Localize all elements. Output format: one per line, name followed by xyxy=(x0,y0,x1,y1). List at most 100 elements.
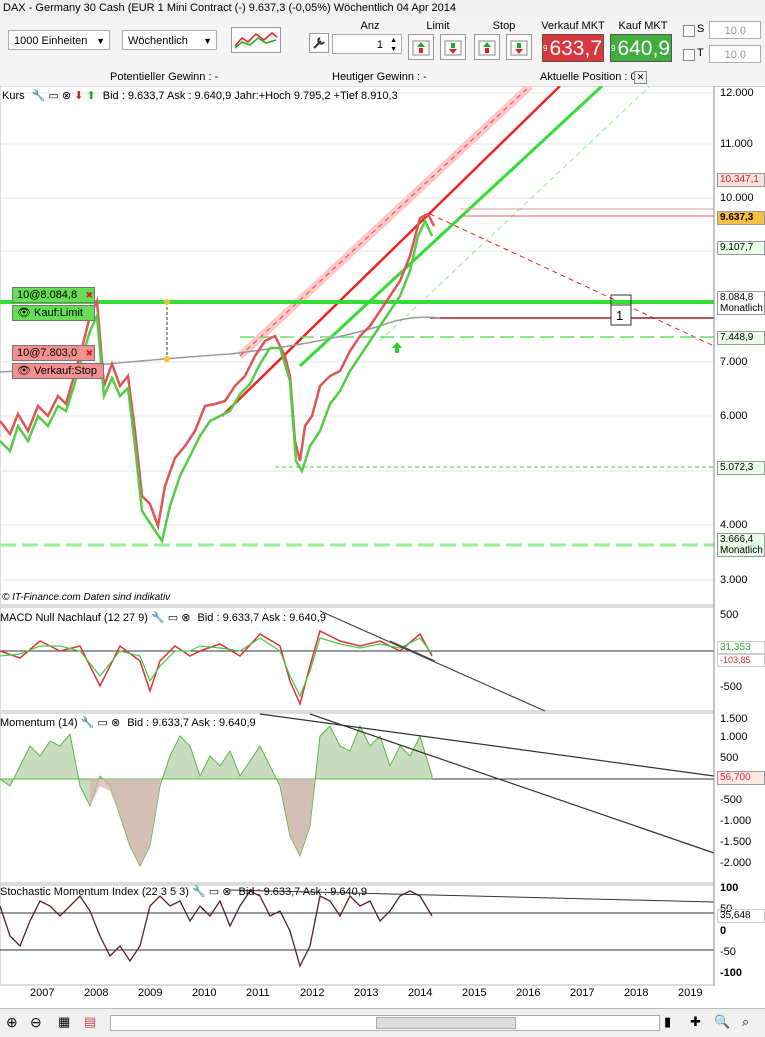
sell-stop-order-type[interactable]: 👁 Verkauf:Stop xyxy=(12,363,104,379)
x-tick: 2015 xyxy=(462,987,487,999)
x-tick: 2017 xyxy=(570,987,595,999)
settings-wrench-button[interactable] xyxy=(309,33,329,53)
macd-panel-header: MACD Null Nachlauf (12 27 9) 🔧 ▭ ⊗ Bid :… xyxy=(0,611,326,624)
take-profit-value: 10.0 xyxy=(724,49,746,61)
today-profit: Heutiger Gewinn : - xyxy=(332,71,427,83)
zoom-search-icon[interactable]: 🔍 xyxy=(714,1014,730,1030)
zoom-fit-icon[interactable]: ⌕ xyxy=(742,1014,749,1030)
stop-loss-input[interactable]: 10.0 xyxy=(709,21,761,39)
current-price-label: 9.637,3 xyxy=(717,211,765,225)
buy-market-button[interactable]: 9640,9 xyxy=(610,34,672,62)
limit-sell-button[interactable] xyxy=(440,34,466,60)
print-icon[interactable]: ▤ xyxy=(84,1014,96,1030)
price-panel-header: Kurs 🔧 ▭ ⊗ ⬇ ⬆ Bid : 9.633,7 Ask : 9.640… xyxy=(2,89,398,102)
momentum-y-tick: -500 xyxy=(720,794,743,806)
buy-market-label: Kauf MKT xyxy=(618,20,668,32)
sell-order-qty: 10@7.803,0 xyxy=(17,347,78,359)
stop-loss-value: 10.0 xyxy=(724,25,746,37)
grid-icon[interactable]: ▦ xyxy=(58,1014,70,1030)
sell-order-type: Verkauf:Stop xyxy=(34,365,98,377)
momentum-value: 56,700 xyxy=(717,771,765,785)
stoch-y-tick: -50 xyxy=(720,946,736,958)
window-icon[interactable]: ▭ xyxy=(168,612,178,624)
quantity-value: 1 xyxy=(376,39,383,51)
take-profit-label: T xyxy=(697,47,704,59)
buy-limit-order-qty[interactable]: 10@8.084,8 ✖ xyxy=(12,287,95,303)
chevron-down-icon: ▼ xyxy=(96,36,105,46)
buy-signal-icon[interactable]: ⬆ xyxy=(86,90,95,102)
monthly-level-value: 8.084,8 xyxy=(720,292,754,303)
buy-limit-order-type[interactable]: 👁 Kauf:Limit xyxy=(12,305,95,321)
order-handle[interactable] xyxy=(164,356,170,362)
price-marker-label: 1 xyxy=(616,308,623,323)
close-icon[interactable]: ⊗ xyxy=(181,612,190,624)
limit-label: Limit xyxy=(426,20,450,32)
x-tick: 2011 xyxy=(246,987,270,999)
monthly-level2-label: 3.666,4 Monatlich xyxy=(717,533,765,557)
y-tick: 7.000 xyxy=(720,356,748,368)
order-handle[interactable] xyxy=(164,299,170,305)
wrench-icon[interactable]: 🔧 xyxy=(151,612,165,624)
wrench-icon[interactable]: 🔧 xyxy=(81,717,95,729)
close-position-icon[interactable]: ✕ xyxy=(634,71,647,84)
stoch-panel-header: Stochastic Momentum Index (22 3 5 3) 🔧 ▭… xyxy=(0,885,367,898)
close-icon[interactable]: ✖ xyxy=(85,346,93,360)
y-tick: 4.000 xyxy=(720,519,748,531)
units-value: 1000 Einheiten xyxy=(14,35,88,47)
wrench-icon[interactable]: 🔧 xyxy=(32,90,46,102)
y-tick: 11.000 xyxy=(720,138,753,150)
trade-toolbar: 1000 Einheiten ▼ Wöchentlich ▼ Anz 1 ▲ ▼ Lim… xyxy=(0,16,765,69)
x-tick: 2018 xyxy=(624,987,649,999)
zoom-in-icon[interactable]: ⊕ xyxy=(6,1014,18,1031)
chart-type-button[interactable] xyxy=(231,27,281,53)
stepper-arrows-icon[interactable]: ▲ ▼ xyxy=(390,36,397,54)
crosshair-icon[interactable]: ✚ xyxy=(690,1014,701,1030)
take-profit-input[interactable]: 10.0 xyxy=(709,45,761,63)
close-icon[interactable]: ⊗ xyxy=(111,717,120,729)
x-tick: 2012 xyxy=(300,987,325,999)
price-panel-frame xyxy=(0,86,715,606)
sell-stop-order-qty[interactable]: 10@7.803,0 ✖ xyxy=(12,345,95,361)
chart-area: 1 xyxy=(0,86,715,986)
eye-icon[interactable]: 👁 xyxy=(17,307,31,319)
limit-buy-button[interactable] xyxy=(408,34,434,60)
eye-icon[interactable]: 👁 xyxy=(17,365,31,377)
take-profit-checkbox[interactable] xyxy=(683,49,695,61)
stop-sell-button[interactable] xyxy=(506,34,532,60)
data-source: © IT-Finance.com Daten sind indikativ xyxy=(2,592,171,603)
stoch-panel-frame xyxy=(0,884,715,986)
quantity-stepper[interactable]: 1 ▲ ▼ xyxy=(332,34,402,54)
high-price-label: 10.347,1 xyxy=(717,173,765,187)
window-icon[interactable]: ▭ xyxy=(97,717,107,729)
stoch-y-tick: -100 xyxy=(720,967,743,979)
horizontal-scrollbar[interactable] xyxy=(110,1015,660,1031)
close-icon[interactable]: ⊗ xyxy=(62,90,71,102)
stoch-y-tick: 100 xyxy=(720,882,739,894)
macd-panel-info: Bid : 9.633,7 Ask : 9.640,9 xyxy=(197,612,326,624)
units-select[interactable]: 1000 Einheiten ▼ xyxy=(8,30,110,50)
scrollbar-thumb[interactable] xyxy=(376,1017,516,1029)
stop-loss-checkbox[interactable] xyxy=(683,25,695,37)
momentum-panel-title: Momentum (14) xyxy=(0,717,78,729)
y-tick: 12.000 xyxy=(720,87,754,99)
stoch-panel-title: Stochastic Momentum Index (22 3 5 3) xyxy=(0,886,189,898)
window-icon[interactable]: ▭ xyxy=(48,90,58,102)
quantity-label: Anz xyxy=(360,20,380,32)
zoom-out-icon[interactable]: ⊖ xyxy=(30,1014,42,1031)
x-tick: 2016 xyxy=(516,987,541,999)
period-select[interactable]: Wöchentlich ▼ xyxy=(122,30,217,50)
close-icon[interactable]: ⊗ xyxy=(222,886,231,898)
momentum-y-tick: -2.000 xyxy=(720,857,752,869)
momentum-panel-info: Bid : 9.633,7 Ask : 9.640,9 xyxy=(127,717,256,729)
wrench-icon[interactable]: 🔧 xyxy=(192,886,206,898)
stop-buy-button[interactable] xyxy=(474,34,500,60)
sell-market-button[interactable]: 9633,7 xyxy=(542,34,604,62)
buy-price-prefix: 9 xyxy=(611,44,616,54)
window-icon[interactable]: ▭ xyxy=(209,886,219,898)
x-tick: 2008 xyxy=(84,987,109,999)
sell-signal-icon[interactable]: ⬇ xyxy=(74,90,83,102)
y-tick: 6.000 xyxy=(720,410,748,422)
scroll-end-icon[interactable]: ▮ xyxy=(664,1014,671,1030)
potential-profit: Potentieller Gewinn : - xyxy=(110,71,219,83)
close-icon[interactable]: ✖ xyxy=(85,288,93,302)
